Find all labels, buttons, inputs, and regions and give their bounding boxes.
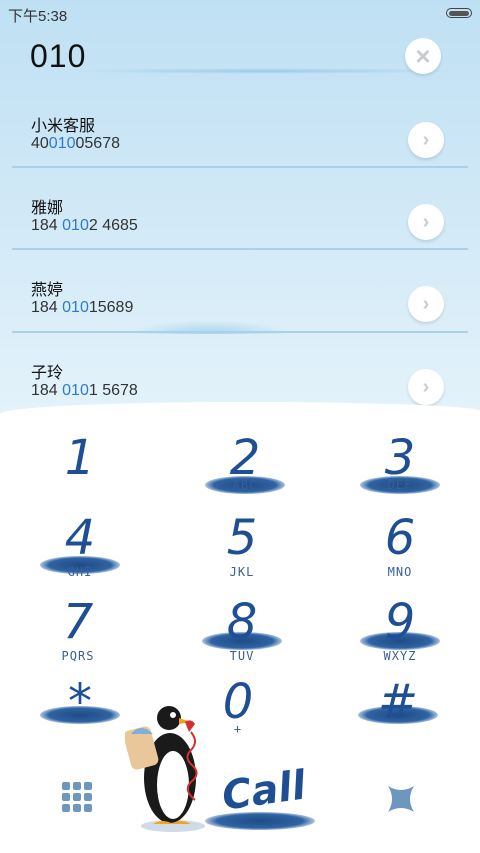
chevron-right-icon: ›: [422, 211, 430, 233]
key-letters: GHI: [67, 565, 93, 579]
chevron-right-icon: ›: [422, 293, 430, 315]
penguin-illustration: [125, 706, 205, 832]
key-digit: *: [68, 674, 92, 730]
key-digit: 6: [384, 510, 416, 566]
contact-detail-button[interactable]: ›: [408, 369, 444, 405]
key-5[interactable]: 5 JKL: [182, 508, 302, 588]
contact-number: 4001005678: [31, 135, 120, 152]
search-underline: [70, 68, 460, 74]
key-digit: 4: [64, 510, 96, 566]
key-4[interactable]: 4 GHI: [20, 508, 140, 588]
key-star[interactable]: *: [20, 672, 140, 752]
key-7[interactable]: 7 PQRS: [18, 592, 138, 672]
contact-number: 184 01015689: [31, 299, 134, 316]
contact-number: 184 0102 4685: [31, 217, 138, 234]
key-3[interactable]: 3 DEF: [340, 428, 460, 508]
contact-number: 184 0101 5678: [31, 382, 138, 399]
key-1[interactable]: 1: [20, 428, 140, 508]
chevron-right-icon: ›: [422, 129, 430, 151]
dialpad-toggle-icon[interactable]: [62, 782, 94, 816]
contact-detail-button[interactable]: ›: [408, 286, 444, 322]
key-digit: 9: [384, 594, 416, 650]
key-digit: 1: [64, 430, 96, 486]
contact-name: 小米客服: [31, 118, 96, 135]
key-digit: #: [377, 674, 419, 730]
key-letters: WXYZ: [383, 649, 417, 663]
key-6[interactable]: 6 MNO: [340, 508, 460, 588]
key-2[interactable]: 2 ABC: [185, 428, 305, 508]
key-letters: PQRS: [61, 649, 95, 663]
ice-ridge: [130, 320, 290, 334]
contact-detail-button[interactable]: ›: [408, 204, 444, 240]
close-icon: ×: [415, 41, 431, 71]
key-letters: ABC: [232, 478, 258, 492]
key-8[interactable]: 8 TUV: [182, 592, 302, 672]
key-digit: 5: [226, 510, 258, 566]
divider: [12, 248, 468, 250]
key-digit: 7: [62, 594, 94, 650]
key-letters: MNO: [387, 565, 413, 579]
key-hash[interactable]: #: [338, 672, 458, 752]
contact-item[interactable]: 雅娜 184 0102 4685 ›: [0, 182, 480, 264]
divider: [12, 166, 468, 168]
status-time: 下午5:38: [8, 8, 68, 25]
status-bar: 下午5:38: [0, 0, 480, 28]
search-row: 010 ×: [0, 34, 480, 94]
call-button[interactable]: Call: [219, 762, 308, 819]
backspace-icon[interactable]: [382, 780, 420, 818]
contact-name: 燕婷: [31, 282, 64, 299]
contact-name: 子玲: [31, 365, 64, 382]
key-letters: DEF: [387, 478, 413, 492]
contact-detail-button[interactable]: ›: [408, 122, 444, 158]
key-digit: 8: [226, 594, 258, 650]
chevron-right-icon: ›: [422, 376, 430, 398]
key-letters: JKL: [229, 565, 255, 579]
key-letters: TUV: [229, 649, 255, 663]
key-9[interactable]: 9 WXYZ: [340, 592, 460, 672]
clear-button[interactable]: ×: [405, 38, 441, 74]
contact-item[interactable]: 小米客服 4001005678 ›: [0, 100, 480, 182]
battery-icon: [446, 8, 472, 18]
contact-name: 雅娜: [31, 200, 64, 217]
